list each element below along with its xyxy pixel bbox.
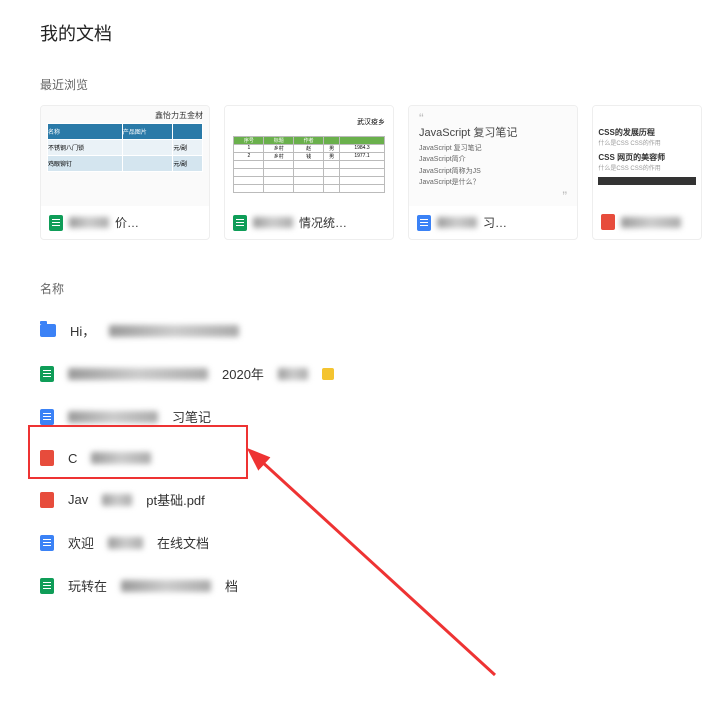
pdf-icon <box>601 214 615 230</box>
list-row-sheet[interactable]: 2020年 <box>40 352 663 395</box>
recent-card-3[interactable]: “ JavaScript 复习笔记 JavaScript 复习笔记 JavaSc… <box>408 105 578 240</box>
name-column-label: 名称 <box>40 280 663 297</box>
pdf-icon <box>40 492 54 508</box>
list-row-pdf-2[interactable]: Javpt基础.pdf <box>40 478 663 521</box>
list-row-doc-highlighted[interactable]: 习笔记 <box>40 395 663 438</box>
list-row-pdf-1[interactable]: C <box>40 438 663 478</box>
card-label-4 <box>593 206 701 238</box>
thumb-doc: “ JavaScript 复习笔记 JavaScript 复习笔记 JavaSc… <box>409 106 577 206</box>
list-row-sheet-2[interactable]: 玩转在档 <box>40 564 663 607</box>
doc-icon <box>417 215 431 231</box>
recent-card-1[interactable]: 鑫怡力五金材 名称产品图片不锈钢八门锁元/副鸡眼铆钉元/副 价… <box>40 105 210 240</box>
page-title: 我的文档 <box>40 20 663 46</box>
card-label-3: 习… <box>409 206 577 239</box>
sheet-icon <box>233 215 247 231</box>
pdf-icon <box>40 450 54 466</box>
recent-card-4[interactable]: CSS的发展历程 什么是CSS CSS的作用 CSS 网页的美容师 什么是CSS… <box>592 105 702 240</box>
folder-icon <box>40 324 56 337</box>
star-icon <box>322 368 334 380</box>
file-list: Hi， 2020年 习笔记 C Javpt基础.pdf 欢迎在线文档 玩转在档 <box>40 309 663 607</box>
recent-card-2[interactable]: 武汉疫乡 序号标题作者 1乡村赵男1984.3 2乡村钱男1977.1 情况统… <box>224 105 394 240</box>
thumb-presentation: 鑫怡力五金材 名称产品图片不锈钢八门锁元/副鸡眼铆钉元/副 <box>41 106 209 206</box>
sheet-icon <box>40 366 54 382</box>
list-row-doc-2[interactable]: 欢迎在线文档 <box>40 521 663 564</box>
recent-label: 最近浏览 <box>40 76 663 93</box>
sheet-icon <box>49 215 63 231</box>
doc-icon <box>40 535 54 551</box>
card-label-1: 价… <box>41 206 209 239</box>
thumb-sheet: 武汉疫乡 序号标题作者 1乡村赵男1984.3 2乡村钱男1977.1 <box>225 106 393 206</box>
recent-cards: 鑫怡力五金材 名称产品图片不锈钢八门锁元/副鸡眼铆钉元/副 价… 武汉疫乡 序号… <box>40 105 663 240</box>
doc-icon <box>40 409 54 425</box>
sheet-icon <box>40 578 54 594</box>
thumb-css: CSS的发展历程 什么是CSS CSS的作用 CSS 网页的美容师 什么是CSS… <box>593 106 701 206</box>
list-row-folder[interactable]: Hi， <box>40 309 663 352</box>
card-label-2: 情况统… <box>225 206 393 239</box>
